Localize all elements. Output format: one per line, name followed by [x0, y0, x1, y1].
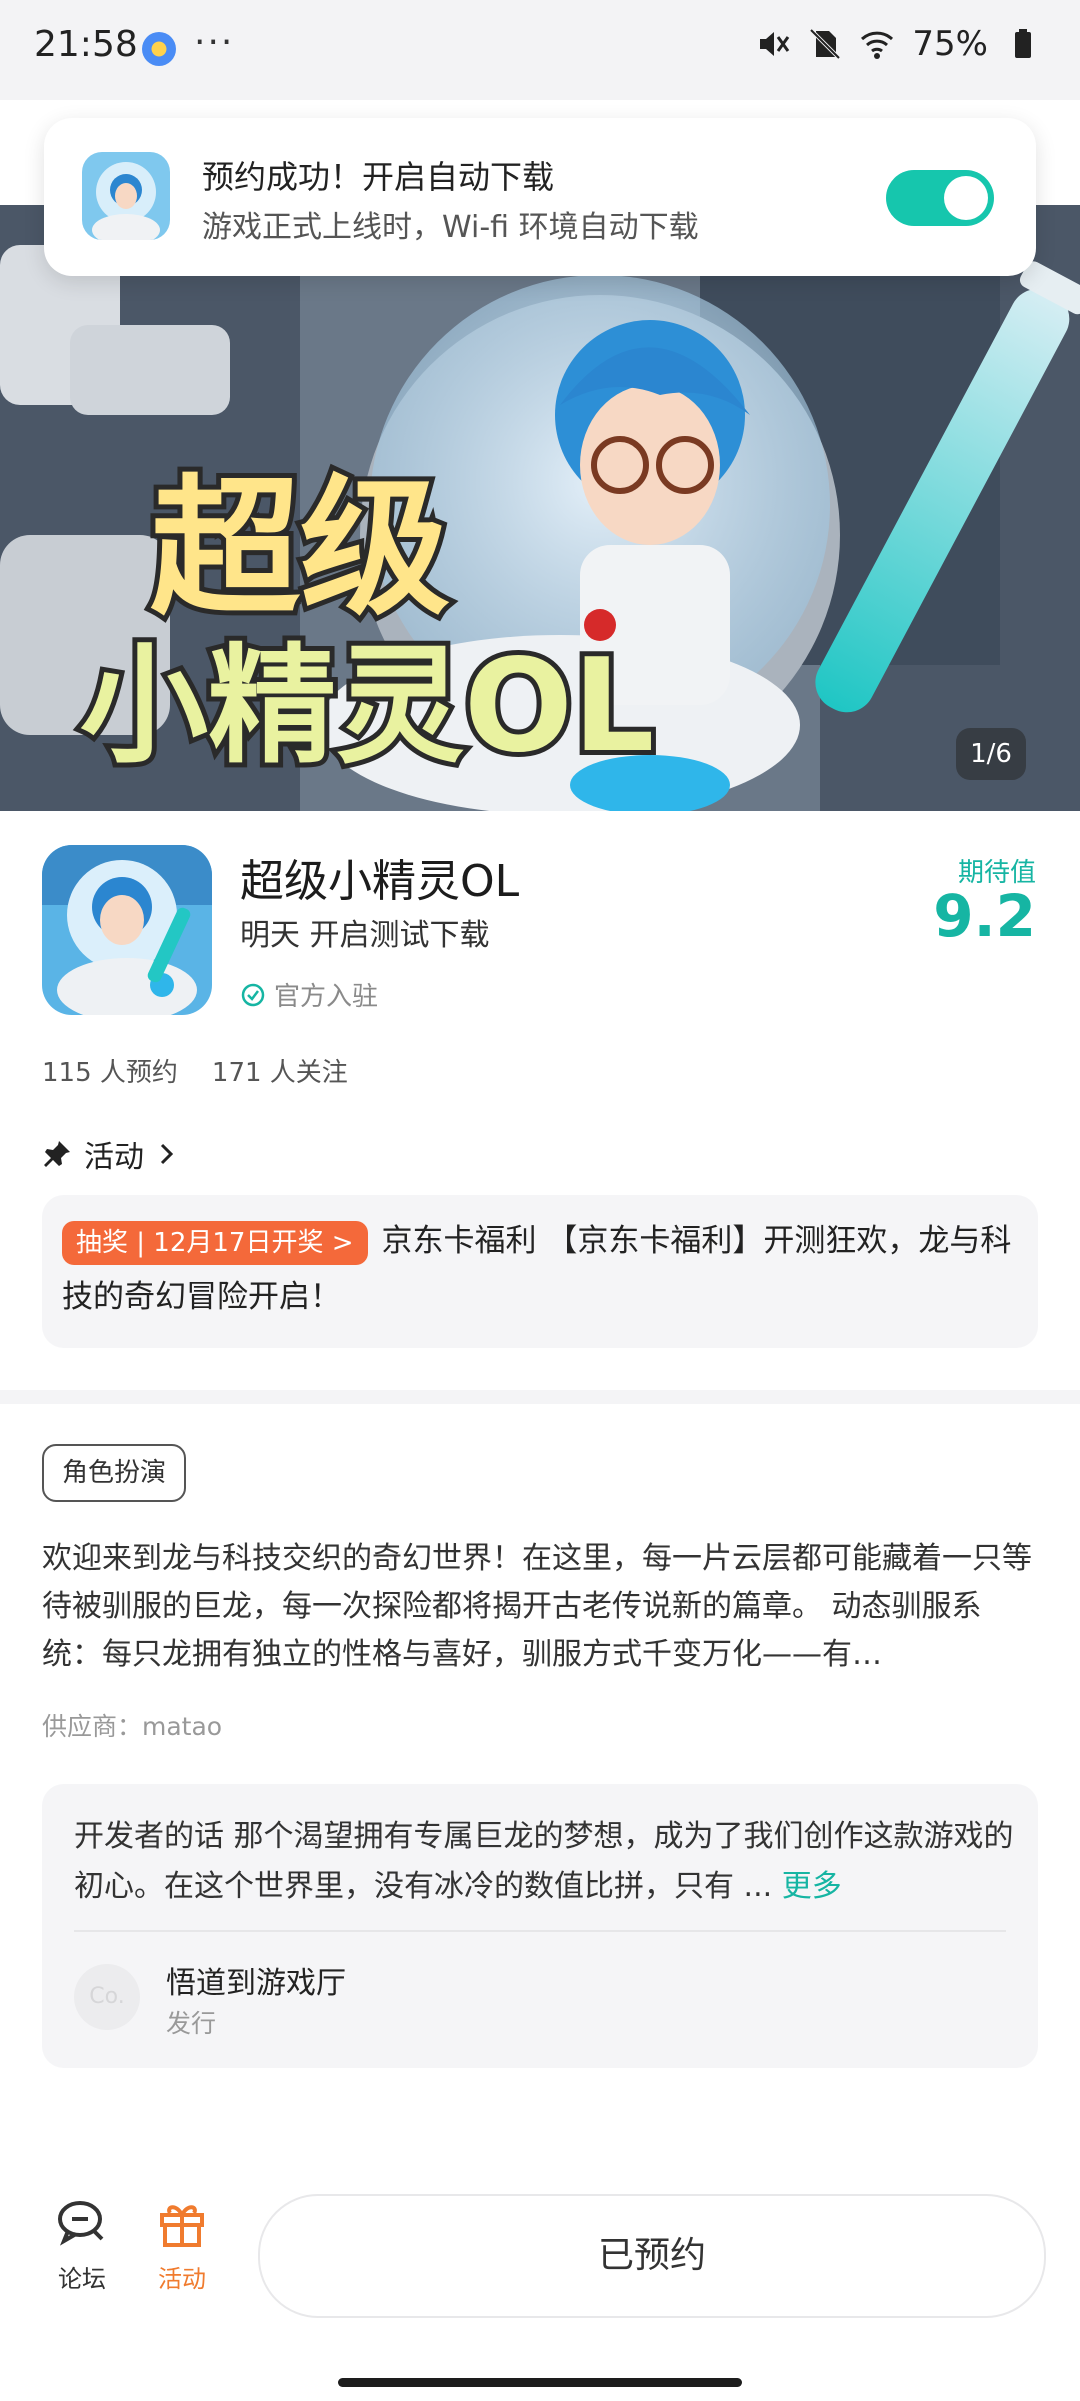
- activity-heading: 活动: [84, 1140, 144, 1175]
- release-info: 明天 开启测试下载: [240, 918, 490, 953]
- supplier-info: 供应商：matao: [42, 1712, 223, 1741]
- status-bar: 21:58 ··· 75%: [0, 0, 1080, 100]
- forum-label: 论坛: [58, 2265, 106, 2293]
- developer-note-text: 开发者的话 那个渴望拥有专属巨龙的梦想，成为了我们创作这款游戏的初心。在这个世界…: [74, 1819, 1014, 1904]
- game-stats: 115 人预约 171 人关注: [42, 1052, 348, 1089]
- game-banner-carousel[interactable]: 超级 小精灵OL: [0, 205, 1080, 811]
- publisher-name[interactable]: 悟道到游戏厅: [166, 1958, 346, 2002]
- battery-percent: 75%: [912, 24, 988, 64]
- lottery-badge: 抽奖 | 12月17日开奖 >: [62, 1220, 368, 1265]
- notification-subtitle: 游戏正式上线时，Wi-fi 环境自动下载: [202, 210, 699, 245]
- card-divider: [74, 1930, 1006, 1932]
- reservation-success-card: 预约成功！开启自动下载 游戏正式上线时，Wi-fi 环境自动下载: [44, 118, 1036, 276]
- expectation-score: 9.2: [933, 882, 1036, 950]
- logo-line1: 超级: [150, 462, 450, 636]
- activity-tab[interactable]: 活动: [137, 2195, 227, 2294]
- auto-download-toggle[interactable]: [886, 170, 994, 226]
- follower-count: 171 人关注: [211, 1058, 348, 1088]
- game-name: 超级小精灵OL: [240, 856, 520, 907]
- publisher-avatar[interactable]: Co.: [74, 1964, 140, 2030]
- app-icon: [82, 152, 170, 240]
- toggle-knob: [944, 176, 988, 220]
- forum-tab[interactable]: 论坛: [37, 2195, 127, 2294]
- publisher-role: 发行: [166, 2009, 217, 2038]
- pin-icon: [44, 1141, 70, 1167]
- status-time: 21:58: [34, 24, 138, 65]
- reserved-button[interactable]: 已预约: [258, 2194, 1046, 2318]
- bottom-action-bar: 论坛 活动 已预约: [0, 2180, 1080, 2401]
- developer-note-card: 开发者的话 那个渴望拥有专属巨龙的梦想，成为了我们创作这款游戏的初心。在这个世界…: [42, 1784, 1038, 2068]
- activity-section-link[interactable]: 活动: [42, 1132, 178, 1176]
- gift-icon: [160, 2205, 204, 2247]
- verified-check-icon: [241, 983, 265, 1006]
- chevron-right-icon: [160, 1143, 174, 1165]
- more-link[interactable]: 更多: [782, 1869, 842, 1904]
- wifi-icon: [861, 31, 894, 59]
- section-divider: [0, 1390, 1080, 1404]
- genre-tag[interactable]: 角色扮演: [42, 1444, 187, 1502]
- banner-page-indicator: 1/6: [956, 728, 1026, 780]
- status-icons: 75%: [756, 24, 1040, 64]
- battery-icon: [1015, 29, 1031, 58]
- more-notifications-icon: ···: [194, 22, 235, 63]
- home-indicator[interactable]: [338, 2378, 742, 2387]
- game-icon: [42, 845, 212, 1015]
- app-notification-icon: [142, 32, 176, 66]
- official-badge: 官方入驻: [240, 976, 378, 1013]
- activity-label: 活动: [158, 2265, 206, 2293]
- game-description[interactable]: 欢迎来到龙与科技交织的奇幻世界！在这里，每一片云层都可能藏着一只等待被驯服的巨龙…: [42, 1535, 1038, 1679]
- notification-title: 预约成功！开启自动下载: [202, 158, 555, 196]
- activity-card[interactable]: 抽奖 | 12月17日开奖 > 京东卡福利 【京东卡福利】开测狂欢，龙与科技的奇幻…: [42, 1195, 1038, 1348]
- logo-line2: 小精灵OL: [80, 632, 654, 781]
- mute-icon: [760, 32, 790, 56]
- forum-chat-icon: [58, 2201, 104, 2246]
- reservation-count: 115 人预约: [42, 1058, 178, 1088]
- official-label: 官方入驻: [274, 982, 379, 1012]
- no-sim-icon: [810, 28, 841, 60]
- banner-artwork: 超级 小精灵OL: [0, 205, 1080, 811]
